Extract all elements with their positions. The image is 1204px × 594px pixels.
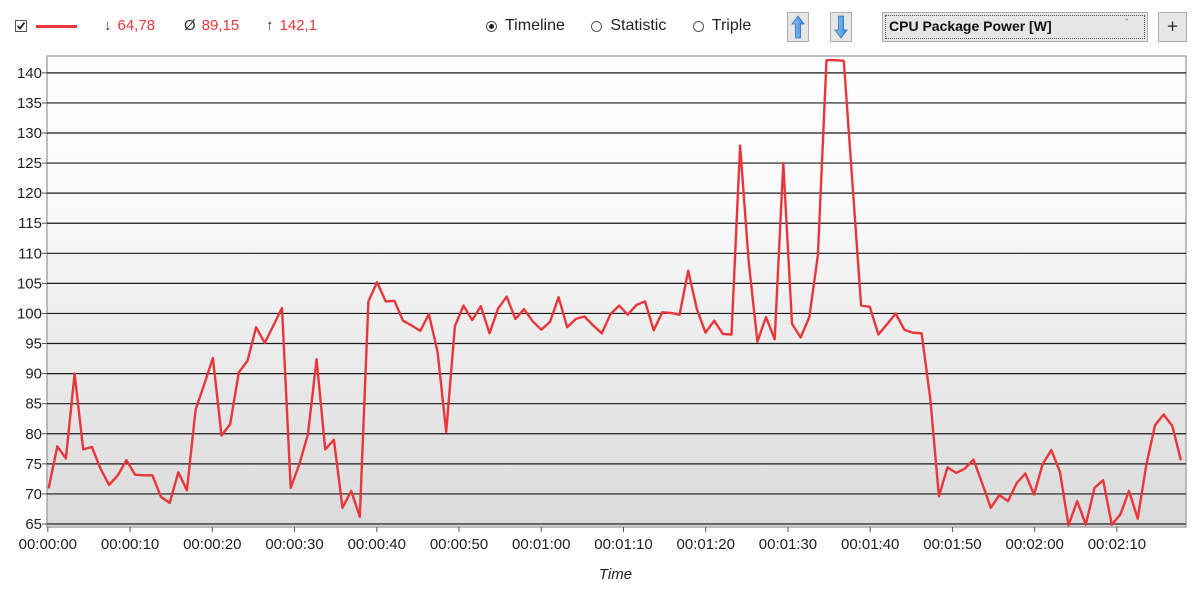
y-tick-label: 110	[18, 245, 42, 262]
y-tick-label: 75	[25, 456, 42, 473]
y-tick-label: 70	[25, 486, 42, 503]
y-tick-label: 140	[17, 65, 42, 82]
y-tick-label: 120	[17, 185, 42, 202]
y-axis: 65 70 75 80 85 90 95 100 105 110 115 120 125 130 135 14…	[17, 65, 47, 533]
x-tick-label: 00:01:30	[759, 536, 817, 553]
timeline-chart: 65 70 75 80 85 90 95 100 105 110 115 120 125 130 135 14…	[17, 55, 1187, 583]
x-tick-label: 00:00:00	[19, 536, 77, 553]
x-tick-label: 00:02:00	[1005, 536, 1063, 553]
x-tick-label: 00:00:50	[430, 536, 488, 553]
x-tick-label: 00:00:10	[101, 536, 159, 553]
y-tick-label: 90	[25, 366, 42, 383]
y-tick-label: 135	[17, 95, 42, 112]
y-tick-label: 100	[17, 305, 42, 322]
x-tick-label: 00:00:20	[183, 536, 241, 553]
y-tick-label: 65	[25, 516, 42, 533]
x-axis: 00:00:00 00:00:10 00:00:20 00:00:30 00:00:40…	[19, 527, 1146, 553]
y-tick-label: 95	[25, 336, 42, 353]
x-axis-title: Time	[599, 566, 632, 583]
y-tick-label: 105	[17, 275, 42, 292]
x-tick-label: 00:01:40	[841, 536, 899, 553]
x-tick-label: 00:00:40	[348, 536, 406, 553]
y-tick-label: 85	[25, 396, 42, 413]
y-tick-label: 125	[17, 155, 42, 172]
plot-area	[46, 55, 1187, 528]
x-tick-label: 00:00:30	[265, 536, 323, 553]
x-tick-label: 00:01:00	[512, 536, 570, 553]
y-tick-label: 80	[25, 426, 42, 443]
y-tick-label: 115	[18, 215, 42, 232]
y-tick-label: 130	[17, 125, 42, 142]
x-tick-label: 00:01:20	[677, 536, 735, 553]
x-tick-label: 00:01:10	[594, 536, 652, 553]
x-tick-label: 00:02:10	[1088, 536, 1146, 553]
x-tick-label: 00:01:50	[923, 536, 981, 553]
